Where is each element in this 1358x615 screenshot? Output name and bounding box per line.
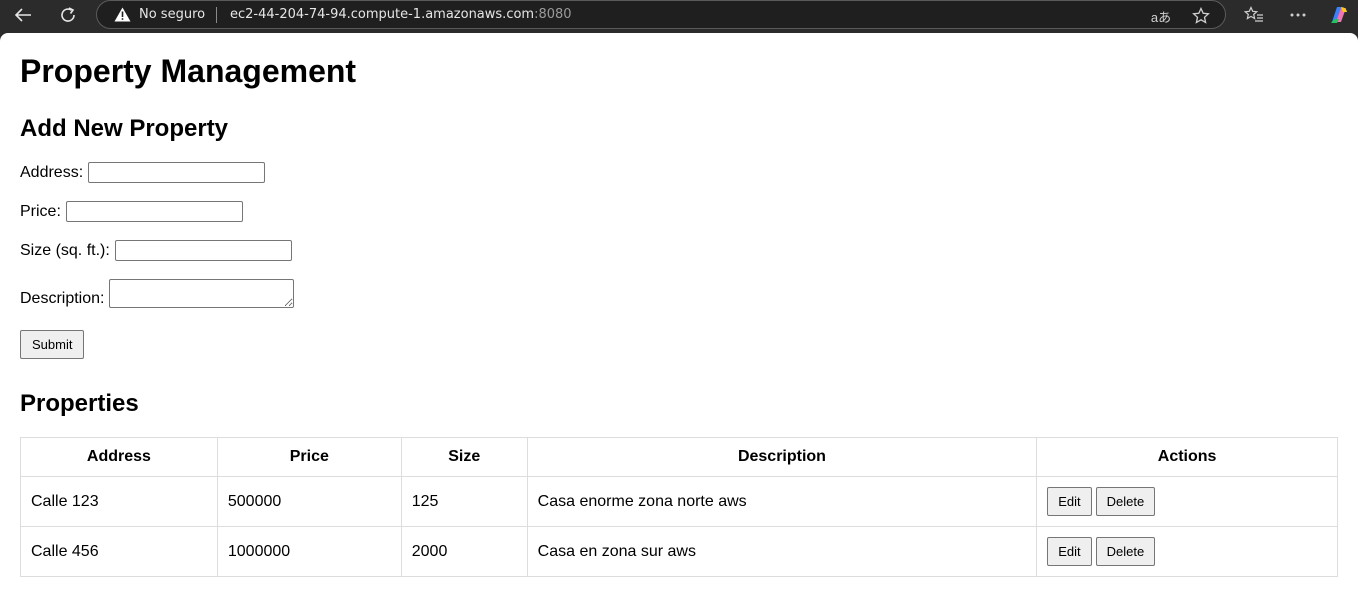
cell-description: Casa enorme zona norte aws (526, 476, 1038, 527)
add-property-heading: Add New Property (20, 115, 229, 142)
favorites-list-icon[interactable] (1243, 4, 1265, 26)
table-row: Calle 123 500000 125 Casa enorme zona no… (20, 476, 1338, 527)
column-header-size: Size (400, 437, 528, 477)
column-header-price: Price (216, 437, 402, 477)
refresh-button[interactable] (54, 3, 82, 27)
address-row: Address: (20, 162, 266, 183)
price-row: Price: (20, 201, 243, 222)
security-label[interactable]: No seguro (139, 7, 205, 22)
description-row: Description: (20, 279, 295, 308)
cell-description: Casa en zona sur aws (526, 526, 1038, 577)
properties-heading: Properties (20, 390, 139, 417)
size-input[interactable] (114, 240, 292, 261)
column-header-address: Address (20, 437, 218, 477)
page-content: Property Management Add New Property Add… (0, 33, 1358, 615)
back-button[interactable] (9, 3, 37, 27)
edit-button[interactable]: Edit (1047, 487, 1092, 516)
cell-size: 2000 (400, 526, 528, 577)
cell-actions: Edit Delete (1036, 526, 1338, 577)
size-row: Size (sq. ft.): (20, 240, 292, 261)
delete-button[interactable]: Delete (1095, 487, 1156, 516)
address-label: Address: (20, 163, 84, 181)
table-row: Calle 456 1000000 2000 Casa en zona sur … (20, 526, 1338, 577)
table-header-row: Address Price Size Description Actions (20, 437, 1338, 477)
cell-actions: Edit Delete (1036, 476, 1338, 527)
column-header-description: Description (526, 437, 1038, 477)
cell-price: 1000000 (216, 526, 402, 577)
cell-address: Calle 123 (20, 476, 218, 527)
edit-button[interactable]: Edit (1047, 537, 1092, 566)
cell-address: Calle 456 (20, 526, 218, 577)
url-port: :8080 (534, 7, 572, 22)
price-label: Price: (20, 202, 61, 220)
browser-toolbar: No seguro ec2-44-204-74-94.compute-1.ama… (0, 0, 1358, 33)
back-arrow-icon (14, 8, 31, 22)
refresh-icon (61, 7, 75, 22)
more-options-icon[interactable] (1287, 4, 1309, 26)
translate-icon[interactable]: aあ (1150, 5, 1172, 27)
price-input[interactable] (65, 201, 243, 222)
description-textarea[interactable] (109, 279, 295, 308)
favorite-star-icon[interactable] (1190, 5, 1212, 27)
warning-icon[interactable] (114, 7, 131, 27)
description-label: Description: (20, 290, 105, 307)
url-host: ec2-44-204-74-94.compute-1.amazonaws.com (230, 7, 535, 22)
size-label: Size (sq. ft.): (20, 241, 110, 259)
address-separator (216, 7, 217, 23)
page-title: Property Management (20, 53, 357, 89)
column-header-actions: Actions (1036, 437, 1338, 477)
properties-table: Address Price Size Description Actions C… (20, 437, 1338, 577)
address-input[interactable] (88, 162, 266, 183)
address-bar[interactable]: No seguro ec2-44-204-74-94.compute-1.ama… (96, 0, 1226, 29)
copilot-icon[interactable] (1328, 4, 1350, 26)
cell-price: 500000 (216, 476, 402, 527)
cell-size: 125 (400, 476, 528, 527)
delete-button[interactable]: Delete (1095, 537, 1156, 566)
url-text[interactable]: ec2-44-204-74-94.compute-1.amazonaws.com… (230, 7, 572, 22)
submit-button[interactable]: Submit (20, 330, 85, 359)
